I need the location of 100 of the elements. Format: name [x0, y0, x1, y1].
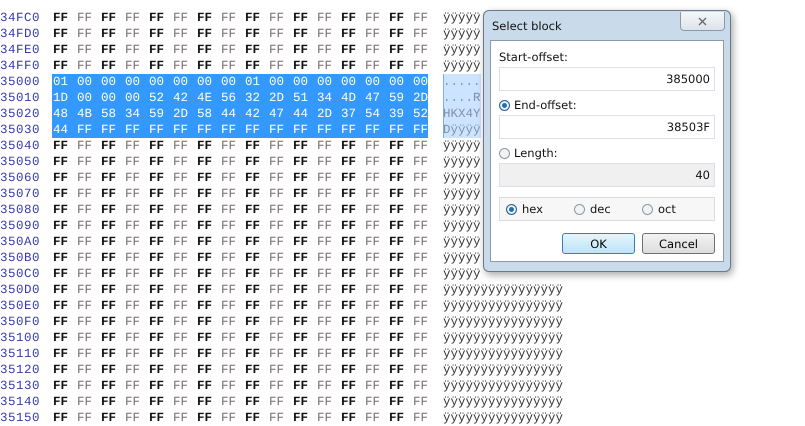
hex-byte: FF — [388, 298, 406, 314]
hex-byte: FF — [364, 362, 382, 378]
hex-byte: FF — [124, 154, 142, 170]
hex-byte: 1D — [52, 90, 70, 106]
ok-button[interactable]: OK — [562, 233, 635, 254]
hex-byte: FF — [364, 250, 382, 266]
input-field[interactable]: 385000 — [499, 67, 715, 91]
hex-byte: FF — [388, 410, 406, 426]
hex-byte: FF — [340, 314, 358, 330]
hex-byte: FF — [412, 346, 430, 362]
input-field[interactable]: 38503F — [499, 115, 715, 139]
hex-byte: FF — [196, 154, 214, 170]
hex-byte: FF — [244, 346, 262, 362]
ascii-text: ÿÿÿÿÿ — [443, 138, 481, 154]
hex-byte: FF — [220, 378, 238, 394]
hex-byte: FF — [340, 26, 358, 42]
offset-label: 350B0 — [0, 250, 42, 266]
hex-byte: FF — [172, 58, 190, 74]
hex-byte: FF — [196, 346, 214, 362]
hex-byte: FF — [196, 282, 214, 298]
hex-byte: FF — [388, 314, 406, 330]
hex-byte: FF — [196, 394, 214, 410]
close-button[interactable] — [680, 12, 725, 31]
hex-byte: FF — [148, 138, 166, 154]
hex-byte: FF — [316, 58, 334, 74]
hex-byte: FF — [268, 26, 286, 42]
hex-byte: FF — [52, 186, 70, 202]
hex-byte: FF — [124, 266, 142, 282]
hex-byte: FF — [388, 346, 406, 362]
hex-byte: FF — [244, 314, 262, 330]
ascii-text: ÿÿÿÿÿÿÿÿÿÿÿÿÿÿÿÿ — [443, 298, 564, 314]
hex-byte: FF — [196, 410, 214, 426]
hex-byte: FF — [100, 218, 118, 234]
hex-byte: FF — [124, 58, 142, 74]
offset-label: 350E0 — [0, 298, 42, 314]
hex-byte: FF — [412, 314, 430, 330]
hex-byte: FF — [412, 250, 430, 266]
hex-byte: FF — [76, 154, 94, 170]
hex-byte: 44 — [220, 106, 238, 122]
offset-label: 35020 — [0, 106, 42, 122]
hex-byte: FF — [340, 346, 358, 362]
cancel-button[interactable]: Cancel — [642, 233, 715, 254]
hex-byte: FF — [388, 266, 406, 282]
hex-byte: FF — [172, 170, 190, 186]
hex-byte: FF — [100, 282, 118, 298]
hex-byte: FF — [388, 330, 406, 346]
hex-byte: 39 — [388, 106, 406, 122]
hex-byte: FF — [244, 250, 262, 266]
field-label: Start-offset: — [499, 50, 568, 64]
hex-byte: FF — [364, 138, 382, 154]
hex-byte: FF — [196, 362, 214, 378]
hex-byte: FF — [316, 410, 334, 426]
hex-byte: FF — [52, 330, 70, 346]
hex-byte: 2D — [268, 90, 286, 106]
hex-byte: FF — [412, 362, 430, 378]
hex-byte: FF — [388, 154, 406, 170]
offset-label: 35060 — [0, 170, 42, 186]
hex-byte: FF — [340, 122, 358, 138]
hex-byte: FF — [268, 10, 286, 26]
hex-byte: FF — [220, 346, 238, 362]
hex-byte: FF — [268, 138, 286, 154]
hex-byte: FF — [52, 410, 70, 426]
ascii-text: ÿÿÿÿÿ — [443, 10, 481, 26]
offset-label: 34FC0 — [0, 10, 42, 26]
hex-byte: FF — [292, 330, 310, 346]
hex-byte: 32 — [244, 90, 262, 106]
hex-byte: FF — [172, 346, 190, 362]
offset-label: 35150 — [0, 410, 42, 426]
hex-byte: FF — [148, 266, 166, 282]
hex-byte: FF — [364, 234, 382, 250]
hex-byte: FF — [220, 410, 238, 426]
hex-byte: 59 — [388, 90, 406, 106]
hex-byte: FF — [196, 122, 214, 138]
hex-byte: FF — [172, 250, 190, 266]
radio-button[interactable] — [506, 204, 517, 214]
ascii-text: ÿÿÿÿÿÿÿÿÿÿÿÿÿÿÿÿ — [443, 362, 564, 378]
hex-byte: FF — [76, 42, 94, 58]
hex-byte: FF — [52, 58, 70, 74]
radio-button[interactable] — [574, 204, 585, 214]
offset-label: 35130 — [0, 378, 42, 394]
hex-byte: FF — [388, 250, 406, 266]
hex-byte: FF — [100, 410, 118, 426]
ascii-text: ÿÿÿÿÿÿÿÿÿÿÿÿÿÿÿÿ — [443, 410, 564, 426]
hex-byte: FF — [268, 122, 286, 138]
radio-button[interactable] — [642, 204, 653, 214]
hex-byte: FF — [76, 186, 94, 202]
hex-byte: FF — [244, 122, 262, 138]
hex-byte: FF — [244, 26, 262, 42]
offset-label: 34FF0 — [0, 58, 42, 74]
radio-button[interactable] — [499, 100, 510, 110]
hex-byte: FF — [52, 346, 70, 362]
hex-byte: FF — [196, 138, 214, 154]
hex-byte: FF — [100, 330, 118, 346]
ascii-text: ....R — [443, 90, 481, 106]
hex-byte: FF — [196, 298, 214, 314]
hex-byte: 42 — [172, 90, 190, 106]
hex-byte: FF — [76, 202, 94, 218]
hex-byte: FF — [196, 218, 214, 234]
ascii-text: ÿÿÿÿÿ — [443, 154, 481, 170]
hex-byte: FF — [124, 250, 142, 266]
